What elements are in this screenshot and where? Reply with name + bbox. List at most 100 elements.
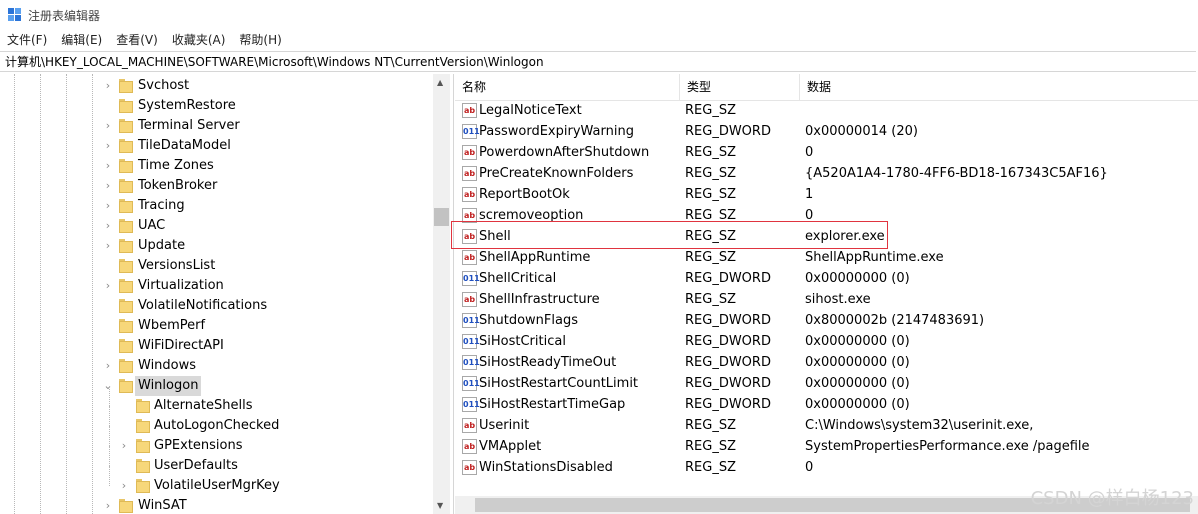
value-name: ShellAppRuntime [479,250,591,265]
value-row[interactable]: ab PreCreateKnownFolders REG_SZ {A520A1A4-1… [455,163,1198,184]
value-row[interactable]: 011 SiHostRestartCountLimit REG_DWORD 0x000… [455,373,1198,394]
tree-item[interactable]: WbemPerf [0,316,430,336]
tree-item[interactable]: › Virtualization [0,276,430,296]
column-data[interactable]: 数据 [799,74,1198,100]
expand-chevron-icon[interactable]: › [103,236,113,256]
tree-item[interactable]: › TokenBroker [0,176,430,196]
column-name[interactable]: 名称 [455,74,679,100]
tree-item[interactable]: ⌄ Winlogon [0,376,430,396]
tree-item[interactable]: › Tracing [0,196,430,216]
expand-chevron-icon[interactable]: › [103,356,113,376]
tree-item[interactable]: WiFiDirectAPI [0,336,430,356]
value-row[interactable]: ab PowerdownAfterShutdown REG_SZ 0 [455,142,1198,163]
tree-item[interactable]: › Update [0,236,430,256]
expand-chevron-icon[interactable]: › [103,196,113,216]
value-row[interactable]: ab ShellInfrastructure REG_SZ sihost.exe [455,289,1198,310]
tree-item[interactable]: › Svchost [0,76,430,96]
folder-icon [119,339,133,353]
folder-icon [119,99,133,113]
value-name: ShellInfrastructure [479,292,600,307]
string-value-icon: ab [462,166,477,181]
tree-item-label: UserDefaults [154,458,238,473]
tree-item[interactable]: › TileDataModel [0,136,430,156]
folder-icon [119,259,133,273]
folder-icon [119,239,133,253]
collapse-chevron-icon[interactable]: ⌄ [103,376,113,396]
value-row[interactable]: 011 SiHostCritical REG_DWORD 0x00000000 (0) [455,331,1198,352]
value-row[interactable]: ab ShellAppRuntime REG_SZ ShellAppRuntime.e… [455,247,1198,268]
dword-value-icon: 011 [462,124,480,139]
value-row[interactable]: 011 ShellCritical REG_DWORD 0x00000000 (0) [455,268,1198,289]
tree-item[interactable]: › Time Zones [0,156,430,176]
value-type: REG_SZ [685,460,736,475]
value-data: sihost.exe [805,292,871,307]
menu-file[interactable]: 文件(F) [0,30,54,50]
value-row[interactable]: ab ReportBootOk REG_SZ 1 [455,184,1198,205]
value-row[interactable]: 011 SiHostReadyTimeOut REG_DWORD 0x00000000… [455,352,1198,373]
value-row[interactable]: 011 PasswordExpiryWarning REG_DWORD 0x00000… [455,121,1198,142]
expand-chevron-icon[interactable]: › [103,216,113,236]
folder-icon [119,299,133,313]
string-value-icon: ab [462,460,477,475]
expand-chevron-icon[interactable]: › [103,176,113,196]
tree-item[interactable]: SystemRestore [0,96,430,116]
scroll-up-icon[interactable]: ▲ [437,78,443,87]
scroll-thumb[interactable] [434,208,449,226]
folder-icon [119,319,133,333]
menu-favorites[interactable]: 收藏夹(A) [165,30,233,50]
window-title: 注册表编辑器 [28,9,101,23]
tree-item[interactable]: › GPExtensions [0,426,430,456]
column-type[interactable]: 类型 [679,74,799,100]
menu-help[interactable]: 帮助(H) [232,30,288,50]
expand-chevron-icon[interactable]: › [103,116,113,136]
tree-item-label: Update [138,238,186,253]
value-name: PasswordExpiryWarning [479,124,634,139]
tree-item[interactable]: VersionsList [0,256,430,276]
string-value-icon: ab [462,250,477,265]
tree-item[interactable]: VolatileNotifications [0,296,430,316]
string-value-icon: ab [462,292,477,307]
tree-item[interactable]: › Terminal Server [0,116,430,136]
value-type: REG_DWORD [685,376,771,391]
tree-item-label: WiFiDirectAPI [138,338,224,353]
title-bar: 注册表编辑器 [0,0,1198,30]
value-row[interactable]: 011 SiHostRestartTimeGap REG_DWORD 0x000000… [455,394,1198,415]
folder-icon [119,499,133,513]
tree-scrollbar[interactable]: ▲ ▼ [433,74,450,514]
expand-chevron-icon[interactable]: › [103,76,113,96]
value-row[interactable]: ab LegalNoticeText REG_SZ [455,100,1198,121]
string-value-icon: ab [462,103,477,118]
expand-chevron-icon[interactable]: › [103,136,113,156]
value-row[interactable]: 011 ShutdownFlags REG_DWORD 0x8000002b (214… [455,310,1198,331]
value-data: 0x00000000 (0) [805,376,910,391]
expand-chevron-icon[interactable]: › [103,156,113,176]
value-row[interactable]: ab WinStationsDisabled REG_SZ 0 [455,457,1198,478]
expand-chevron-icon[interactable]: › [103,496,113,514]
value-row[interactable]: ab Userinit REG_SZ C:\Windows\system32\user… [455,415,1198,436]
folder-icon [136,439,150,453]
tree-item[interactable]: UserDefaults [0,446,430,476]
expand-chevron-icon[interactable]: › [103,276,113,296]
value-type: REG_SZ [685,187,736,202]
value-row[interactable]: ab VMApplet REG_SZ SystemPropertiesPerforma… [455,436,1198,457]
expand-chevron-icon[interactable]: › [119,436,129,456]
expand-chevron-icon[interactable]: › [119,476,129,496]
tree-item[interactable]: › VolatileUserMgrKey [0,466,430,496]
menu-view[interactable]: 查看(V) [109,30,165,50]
tree-item[interactable]: › WinSAT [0,496,430,514]
value-name: SiHostRestartCountLimit [479,376,639,391]
folder-icon [119,279,133,293]
tree-item[interactable]: › UAC [0,216,430,236]
tree-item[interactable]: AutoLogonChecked [0,406,430,436]
regedit-app-icon [8,8,22,22]
address-bar[interactable]: 计算机\HKEY_LOCAL_MACHINE\SOFTWARE\Microsof… [0,51,1196,72]
value-name: ShellCritical [479,271,557,286]
folder-icon [136,459,150,473]
scroll-down-icon[interactable]: ▼ [437,501,443,510]
string-value-icon: ab [462,187,477,202]
menu-edit[interactable]: 编辑(E) [54,30,109,50]
value-data: 0x8000002b (2147483691) [805,313,985,328]
tree-item[interactable]: › Windows [0,356,430,376]
value-data: {A520A1A4-1780-4FF6-BD18-167343C5AF16} [805,166,1108,181]
tree-item[interactable]: AlternateShells [0,386,430,416]
